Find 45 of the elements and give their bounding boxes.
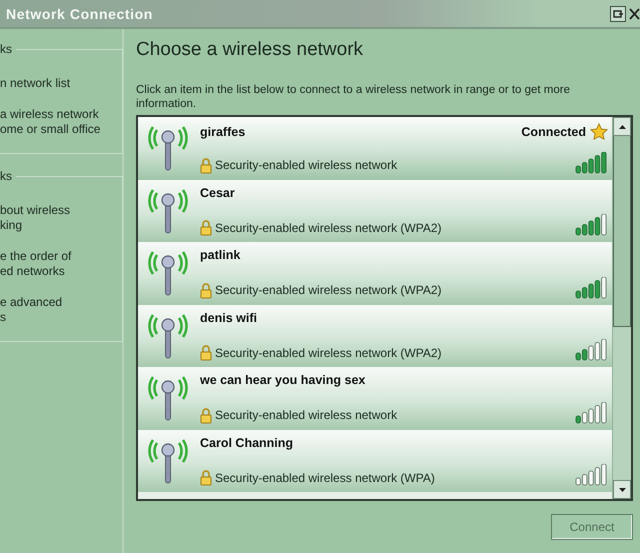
star-icon: [590, 123, 608, 141]
security-type: Security-enabled wireless network (WPA): [215, 470, 435, 484]
network-item[interactable]: Carol Channing Security-enabled wireless network (WPA): [138, 430, 612, 492]
network-name: giraffes: [200, 125, 246, 139]
scroll-up-button[interactable]: [613, 117, 631, 136]
up-arrow-icon: [618, 124, 626, 128]
network-item[interactable]: giraffes Connected Security-enabled wireless network: [138, 117, 612, 180]
security-type: Security-enabled wireless network: [215, 158, 398, 172]
task-link[interactable]: e advanced s: [0, 295, 118, 325]
task-link[interactable]: bout wireless king: [0, 203, 118, 233]
padlock-icon: [200, 344, 212, 361]
security-type: Security-enabled wireless network (WPA2): [215, 283, 442, 297]
task-link[interactable]: e the order of ed networks: [0, 249, 118, 279]
scroll-thumb[interactable]: [613, 136, 631, 327]
network-name: patlink: [200, 248, 240, 262]
security-type: Security-enabled wireless network (WPA2): [215, 220, 442, 234]
task-link[interactable]: n network list: [0, 76, 118, 91]
instructions: Click an item in the list below to connect to a wireless network in range or to get more information.: [136, 83, 572, 111]
group-heading: ks: [0, 169, 16, 183]
restore-icon[interactable]: [610, 6, 626, 22]
down-arrow-icon: [618, 488, 626, 492]
network-name: denis wifi: [200, 310, 257, 324]
window-title: Network Connection: [5, 6, 153, 22]
network-item[interactable]: we can hear you having sex Security-enabled wireless network: [138, 367, 612, 430]
padlock-icon: [200, 282, 212, 298]
connection-status: Connected: [521, 125, 586, 139]
padlock-icon: [200, 469, 212, 486]
network-item[interactable]: patlink Security-enabled wireless network (WPA2): [138, 242, 612, 304]
padlock-icon: [200, 406, 212, 424]
network-item[interactable]: Cesar Security-enabled wireless network (WPA2): [138, 180, 612, 242]
security-type: Security-enabled wireless network: [215, 408, 398, 422]
scroll-down-button[interactable]: [613, 480, 631, 499]
close-icon[interactable]: [628, 6, 640, 22]
padlock-icon: [200, 219, 212, 236]
network-name: we can hear you having sex: [200, 373, 366, 387]
padlock-icon: [200, 156, 212, 174]
network-name: Cesar: [200, 186, 235, 200]
signal-strength-icon: [575, 464, 608, 486]
network-item[interactable]: denis wifi Security-enabled wireless network (WPA2): [138, 304, 612, 367]
page-heading: Choose a wireless network: [136, 39, 364, 61]
scrollbar[interactable]: [612, 117, 631, 499]
task-link[interactable]: a wireless network ome or small office: [0, 107, 118, 137]
security-type: Security-enabled wireless network (WPA2): [215, 346, 442, 360]
group-heading: ks: [0, 42, 16, 56]
network-name: Carol Channing: [200, 436, 294, 450]
